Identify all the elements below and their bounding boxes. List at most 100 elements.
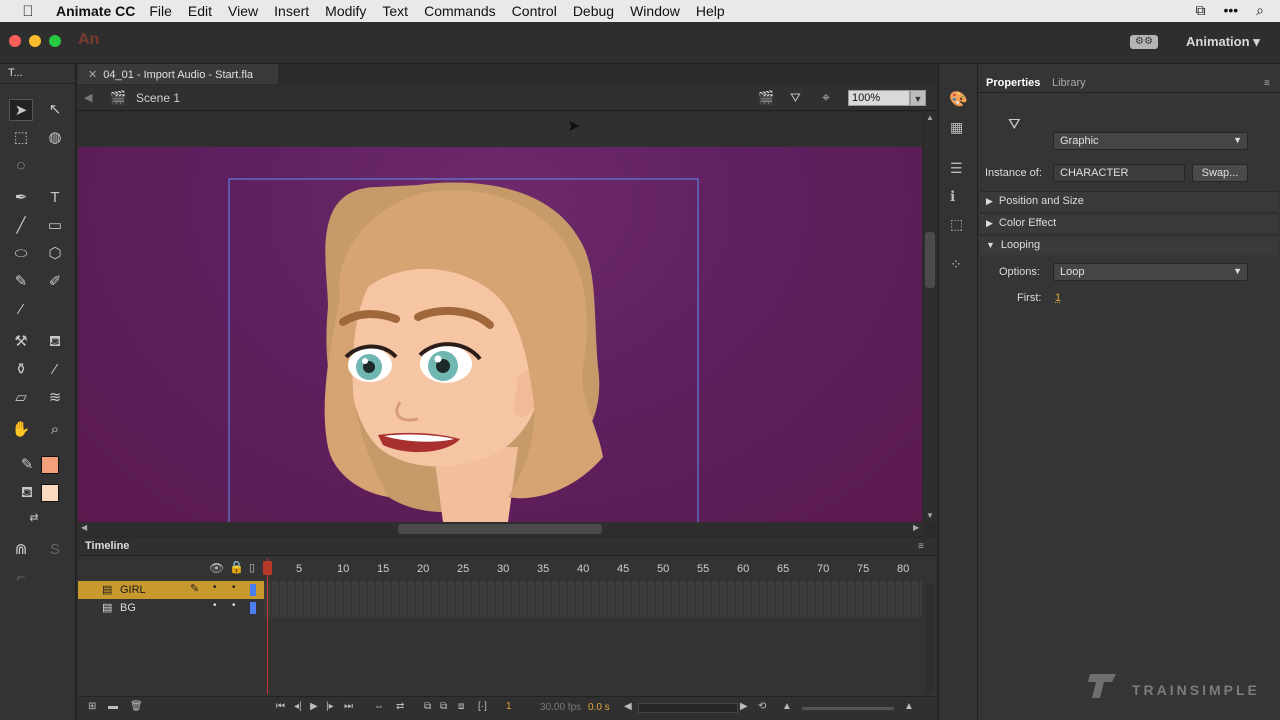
step-forward-icon[interactable]: |▸: [326, 701, 334, 712]
lock-dot-icon[interactable]: •: [232, 582, 236, 593]
scroll-left-icon[interactable]: ◀: [81, 523, 87, 532]
onion-skin-icon[interactable]: ⇄: [396, 701, 404, 712]
new-folder-icon[interactable]: ▬: [108, 701, 118, 712]
horizontal-scroll-thumb[interactable]: [398, 524, 602, 534]
section-position-size[interactable]: ▶ Position and Size: [980, 191, 1278, 211]
menu-commands[interactable]: Commands: [424, 3, 496, 19]
outline-all-icon[interactable]: ▯: [249, 561, 255, 574]
swap-colors-icon[interactable]: ⇄: [22, 507, 46, 529]
looping-options-dropdown[interactable]: Loop ▼: [1053, 263, 1248, 281]
free-transform-tool-icon[interactable]: ⬚: [9, 127, 33, 149]
panel-menu-icon[interactable]: ≡: [918, 541, 924, 552]
lasso-tool-icon[interactable]: ◌: [9, 155, 33, 177]
menu-window[interactable]: Window: [630, 3, 680, 19]
playhead-handle[interactable]: [263, 561, 272, 575]
lock-dot-icon[interactable]: •: [232, 600, 236, 611]
menu-debug[interactable]: Debug: [573, 3, 614, 19]
play-icon[interactable]: ▶: [310, 701, 318, 712]
edit-symbols-icon[interactable]: ⛛: [790, 90, 801, 106]
go-to-last-frame-icon[interactable]: ⏭: [344, 701, 353, 712]
close-tab-icon[interactable]: ✕: [88, 69, 97, 81]
text-tool-icon[interactable]: T: [43, 187, 67, 209]
zoom-tool-icon[interactable]: ⌕: [43, 419, 67, 441]
close-window-button[interactable]: [9, 35, 21, 47]
timeline-scroll-track[interactable]: [638, 703, 738, 713]
zoom-dropdown-arrow[interactable]: ▼: [910, 90, 926, 106]
menu-help[interactable]: Help: [696, 3, 725, 19]
outline-color-swatch[interactable]: [250, 584, 256, 596]
frame-size-slider[interactable]: [802, 707, 894, 710]
zoom-out-frames-icon[interactable]: ▲: [782, 701, 792, 712]
scroll-right-icon[interactable]: ▶: [740, 701, 748, 712]
oval-tool-icon[interactable]: ⬭: [9, 243, 33, 265]
sync-frames-icon[interactable]: ⟲: [758, 701, 766, 712]
menu-app-name[interactable]: Animate CC: [56, 3, 135, 19]
lock-all-icon[interactable]: 🔒: [229, 560, 244, 574]
tab-properties[interactable]: Properties: [986, 77, 1040, 89]
info-panel-icon[interactable]: ℹ: [950, 188, 955, 205]
menu-insert[interactable]: Insert: [274, 3, 309, 19]
center-frame-icon[interactable]: [·]: [478, 701, 487, 712]
more-icon[interactable]: •••: [1223, 2, 1238, 19]
stage[interactable]: [78, 147, 922, 522]
current-frame[interactable]: 1: [506, 701, 512, 712]
loop-icon[interactable]: ⇔: [374, 701, 384, 712]
document-tab[interactable]: ✕ 04_01 - Import Audio - Start.fla: [78, 64, 278, 84]
bone-tool-icon[interactable]: ⚒: [9, 331, 33, 353]
onion-skin-outlines-icon[interactable]: ⧉: [424, 701, 431, 712]
snap-to-objects-icon[interactable]: ⋒: [9, 539, 33, 561]
layer-name[interactable]: BG: [120, 602, 136, 614]
zoom-level-input[interactable]: 100%: [848, 90, 910, 106]
color-panel-icon[interactable]: 🎨: [949, 90, 968, 108]
line-tool-icon[interactable]: ╱: [9, 215, 33, 237]
layer-row-bg[interactable]: ▤ BG • •: [78, 599, 264, 617]
transform-panel-icon[interactable]: ⬚: [950, 216, 963, 233]
pencil-tool-icon[interactable]: ✎: [9, 271, 33, 293]
new-layer-icon[interactable]: ⊞: [88, 701, 96, 712]
frames-row-girl[interactable]: [264, 581, 922, 599]
layer-row-girl[interactable]: ▤ GIRL ✎ • •: [78, 581, 264, 599]
paint-brush-tool-icon[interactable]: ⁄: [9, 299, 33, 321]
scene-label[interactable]: Scene 1: [136, 91, 180, 105]
menu-view[interactable]: View: [228, 3, 258, 19]
vertical-scrollbar[interactable]: [924, 112, 936, 522]
menu-control[interactable]: Control: [512, 3, 557, 19]
apple-icon[interactable]: : [0, 3, 56, 20]
minimize-window-button[interactable]: [29, 35, 41, 47]
3d-rotation-tool-icon[interactable]: ◍: [43, 127, 67, 149]
swatches-panel-icon[interactable]: ▦: [950, 119, 963, 136]
center-stage-icon[interactable]: ⌖: [822, 89, 830, 106]
spotlight-search-icon[interactable]: ⌕: [1256, 2, 1264, 19]
width-tool-icon[interactable]: ≋: [43, 387, 67, 409]
screen-record-icon[interactable]: ⧉: [1195, 2, 1205, 19]
frames-row-bg[interactable]: [264, 599, 922, 617]
paint-bucket-tool-icon[interactable]: ⛾: [43, 331, 67, 353]
zoom-window-button[interactable]: [49, 35, 61, 47]
step-back-icon[interactable]: ◂|: [294, 701, 302, 712]
polystar-tool-icon[interactable]: ⬡: [43, 243, 67, 265]
smooth-icon[interactable]: S: [43, 539, 67, 561]
subselection-tool-icon[interactable]: ↖: [43, 99, 67, 121]
go-to-first-frame-icon[interactable]: ⏮: [276, 701, 285, 712]
section-color-effect[interactable]: ▶ Color Effect: [980, 213, 1278, 233]
hand-tool-icon[interactable]: ✋: [9, 419, 33, 441]
vertical-scroll-thumb[interactable]: [925, 232, 935, 288]
scroll-down-icon[interactable]: ▼: [926, 511, 934, 520]
layer-name[interactable]: GIRL: [120, 584, 146, 596]
zoom-in-frames-icon[interactable]: ▲: [904, 701, 914, 712]
modify-markers-icon[interactable]: ⧈: [458, 701, 464, 712]
selection-tool-icon[interactable]: ➤: [9, 99, 33, 121]
show-hide-all-icon[interactable]: 👁: [209, 561, 224, 575]
visibility-dot-icon[interactable]: •: [213, 582, 217, 593]
menu-file[interactable]: File: [149, 3, 172, 19]
delete-layer-icon[interactable]: 🗑: [130, 701, 143, 712]
scroll-left-icon[interactable]: ◀: [624, 701, 632, 712]
timeline-vertical-scrollbar[interactable]: [926, 584, 934, 692]
motion-presets-icon[interactable]: ⁘: [950, 256, 962, 273]
straighten-icon[interactable]: ⌐: [9, 567, 33, 589]
swap-button[interactable]: Swap...: [1192, 164, 1248, 182]
edit-multiple-frames-icon[interactable]: ⧉: [440, 701, 447, 712]
outline-color-swatch[interactable]: [250, 602, 256, 614]
brush-tool-icon[interactable]: ✐: [43, 271, 67, 293]
fill-color-swatch[interactable]: [41, 484, 59, 502]
